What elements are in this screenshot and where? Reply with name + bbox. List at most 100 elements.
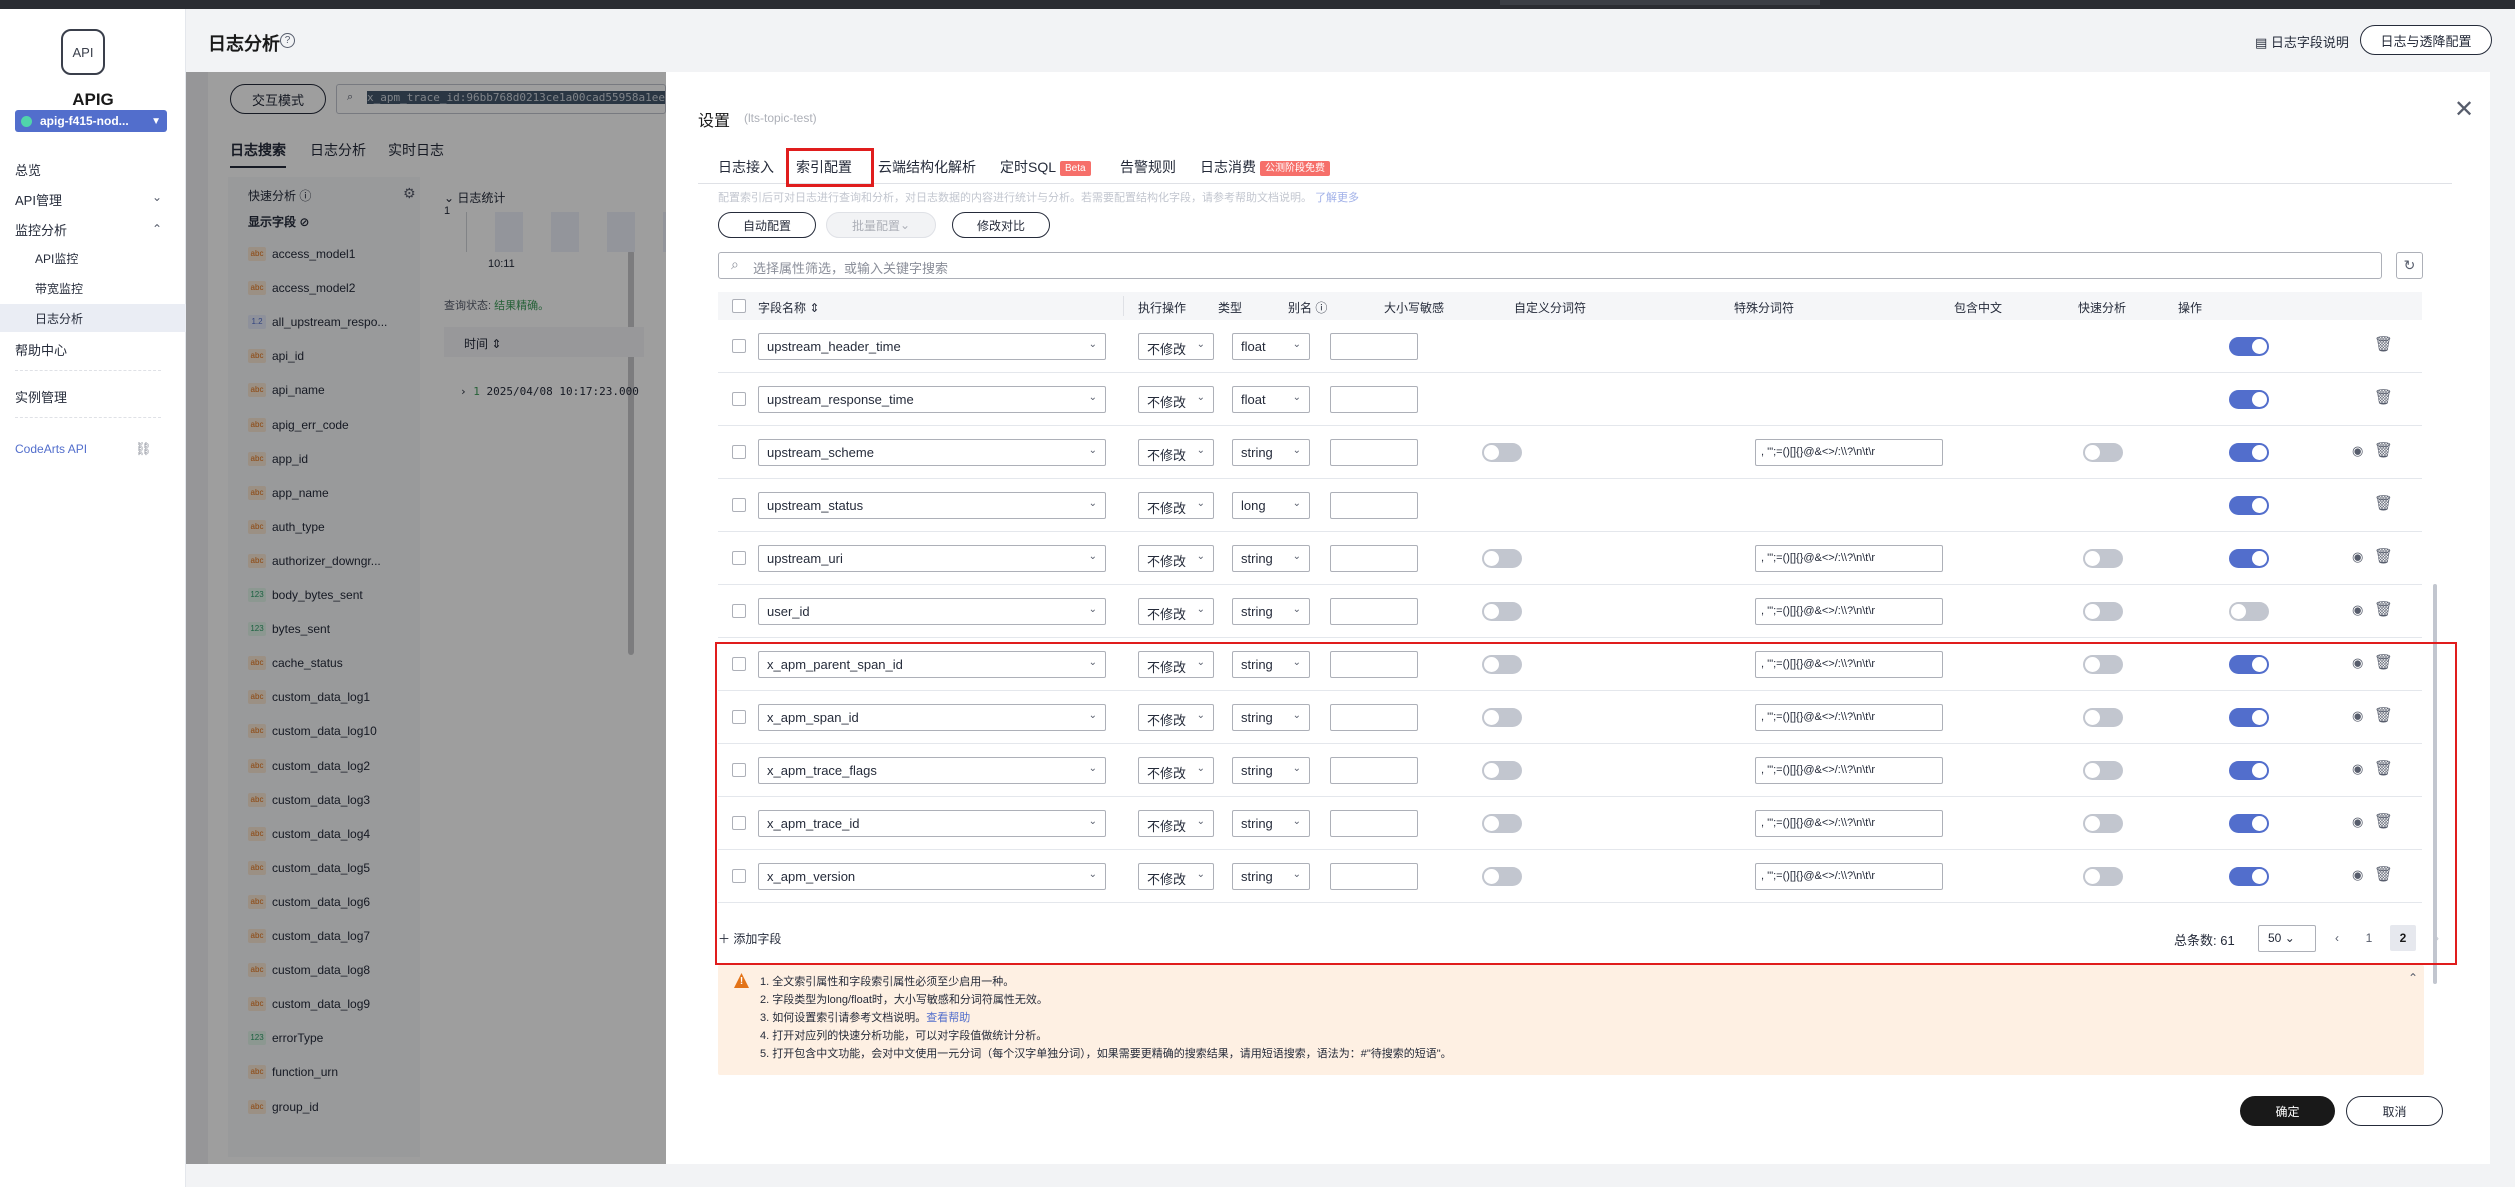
field-name-select[interactable]: upstream_status ⌄ xyxy=(758,492,1106,519)
chevron-down-icon[interactable]: ⌄ xyxy=(152,190,162,204)
quick-analysis-toggle[interactable] xyxy=(2229,337,2269,356)
type-select[interactable]: string ⌄ xyxy=(1232,598,1310,625)
eye-icon[interactable]: ◉ xyxy=(2352,549,2363,565)
alias-input[interactable] xyxy=(1330,386,1418,413)
nav-log-analysis[interactable]: 日志分析 xyxy=(35,310,83,327)
confirm-button[interactable]: 确定 xyxy=(2240,1096,2335,1126)
sort-icon[interactable]: ⇕ xyxy=(809,301,819,315)
type-select[interactable]: string ⌄ xyxy=(1232,439,1310,466)
nav-monitor-analysis[interactable]: 监控分析 xyxy=(15,220,67,239)
log-field-doc-link[interactable]: ▤ 日志字段说明 xyxy=(2255,32,2349,51)
trash-icon[interactable]: 🗑 xyxy=(2374,388,2393,406)
trash-icon[interactable]: 🗑 xyxy=(2374,547,2393,565)
instance-selector[interactable]: apig-f415-nod... ▼ xyxy=(15,110,167,132)
nav-codearts-api[interactable]: CodeArts API xyxy=(15,442,87,456)
trash-icon[interactable]: 🗑 xyxy=(2374,494,2393,512)
custom-delimiter-input[interactable]: , '";=()[]{}@&<>/:\\?\n\t\r xyxy=(1755,598,1943,625)
tab-scheduled-sql[interactable]: 定时SQL Beta xyxy=(1000,157,1091,177)
action-select[interactable]: 不修改 ⌄ xyxy=(1138,492,1214,519)
quick-analysis-toggle[interactable] xyxy=(2229,496,2269,515)
batch-config-button[interactable]: 批量配置 ⌄ xyxy=(826,212,936,238)
tab-log-consumption[interactable]: 日志消费 公测阶段免费 xyxy=(1200,157,1330,177)
active-tab-highlight xyxy=(786,148,874,187)
console-search[interactable] xyxy=(1500,0,1820,5)
action-select[interactable]: 不修改 ⌄ xyxy=(1138,333,1214,360)
field-name-value: upstream_scheme xyxy=(767,445,874,460)
eye-icon[interactable]: ◉ xyxy=(2352,443,2363,459)
refresh-icon[interactable]: ↻ xyxy=(2396,252,2423,279)
nav-instance-management[interactable]: 实例管理 xyxy=(15,387,67,406)
action-select[interactable]: 不修改 ⌄ xyxy=(1138,545,1214,572)
external-link-icon[interactable]: ⛓ xyxy=(135,441,152,457)
col-field-name[interactable]: 字段名称 ⇕ xyxy=(758,299,819,316)
row-checkbox[interactable] xyxy=(732,498,746,512)
row-checkbox[interactable] xyxy=(732,339,746,353)
field-name-select[interactable]: upstream_header_time ⌄ xyxy=(758,333,1106,360)
contains-chinese-toggle[interactable] xyxy=(2083,602,2123,621)
trash-icon[interactable]: 🗑 xyxy=(2374,600,2393,618)
chevron-down-icon: ⌄ xyxy=(1196,339,1205,350)
type-select[interactable]: string ⌄ xyxy=(1232,545,1310,572)
help-icon[interactable]: ⓘ xyxy=(1315,301,1327,315)
type-select[interactable]: long ⌄ xyxy=(1232,492,1310,519)
case-sensitive-toggle[interactable] xyxy=(1482,549,1522,568)
row-checkbox[interactable] xyxy=(732,392,746,406)
tab-log-access[interactable]: 日志接入 xyxy=(718,157,774,177)
settings-drawer: 设置 (lts-topic-test) ✕ 日志接入 索引配置 云端结构化解析 … xyxy=(666,72,2490,1164)
field-name-select[interactable]: upstream_uri ⌄ xyxy=(758,545,1106,572)
chevron-up-icon[interactable]: ⌃ xyxy=(152,222,162,236)
tab-alarm-rules[interactable]: 告警规则 xyxy=(1120,157,1176,177)
custom-delimiter-input[interactable]: , '";=()[]{}@&<>/:\\?\n\t\r xyxy=(1755,545,1943,572)
nav-help-center[interactable]: 帮助中心 xyxy=(15,340,67,359)
modal-overlay[interactable] xyxy=(186,72,666,1164)
quick-analysis-toggle[interactable] xyxy=(2229,549,2269,568)
contains-chinese-toggle[interactable] xyxy=(2083,443,2123,462)
custom-delimiter-input[interactable]: , '";=()[]{}@&<>/:\\?\n\t\r xyxy=(1755,439,1943,466)
case-sensitive-toggle[interactable] xyxy=(1482,443,1522,462)
help-icon[interactable]: ? xyxy=(280,33,295,48)
quick-analysis-toggle[interactable] xyxy=(2229,443,2269,462)
quick-analysis-toggle[interactable] xyxy=(2229,390,2269,409)
nav-overview[interactable]: 总览 xyxy=(15,160,41,179)
action-select[interactable]: 不修改 ⌄ xyxy=(1138,598,1214,625)
alias-input[interactable] xyxy=(1330,545,1418,572)
field-search-input[interactable]: ⌕ 选择属性筛选，或输入关键字搜索 xyxy=(718,252,2382,279)
type-select[interactable]: float ⌄ xyxy=(1232,333,1310,360)
modify-compare-button[interactable]: 修改对比 xyxy=(952,212,1050,238)
row-checkbox[interactable] xyxy=(732,604,746,618)
case-sensitive-toggle[interactable] xyxy=(1482,602,1522,621)
close-icon[interactable]: ✕ xyxy=(2454,98,2474,122)
highlight-box xyxy=(715,642,2457,965)
alias-input[interactable] xyxy=(1330,598,1418,625)
row-checkbox[interactable] xyxy=(732,551,746,565)
select-all-checkbox[interactable] xyxy=(732,299,746,313)
type-select[interactable]: float ⌄ xyxy=(1232,386,1310,413)
trash-icon[interactable]: 🗑 xyxy=(2374,441,2393,459)
trash-icon[interactable]: 🗑 xyxy=(2374,335,2393,353)
learn-more-link[interactable]: 了解更多 xyxy=(1315,192,1359,204)
nav-api-monitor[interactable]: API监控 xyxy=(35,250,78,267)
action-select[interactable]: 不修改 ⌄ xyxy=(1138,386,1214,413)
drawer-subtitle: (lts-topic-test) xyxy=(744,111,817,125)
eye-icon[interactable]: ◉ xyxy=(2352,602,2363,618)
nav-api-management[interactable]: API管理 xyxy=(15,190,62,209)
quick-analysis-toggle[interactable] xyxy=(2229,602,2269,621)
log-config-button[interactable]: 日志与透降配置 xyxy=(2360,25,2492,55)
field-name-value: upstream_response_time xyxy=(767,392,914,407)
alias-input[interactable] xyxy=(1330,492,1418,519)
alias-input[interactable] xyxy=(1330,333,1418,360)
alias-input[interactable] xyxy=(1330,439,1418,466)
row-checkbox[interactable] xyxy=(732,445,746,459)
field-name-select[interactable]: upstream_scheme ⌄ xyxy=(758,439,1106,466)
collapse-icon[interactable]: ⌃ xyxy=(2408,971,2418,985)
contains-chinese-toggle[interactable] xyxy=(2083,549,2123,568)
delimiter-value: , '";=()[]{}@&<>/:\\?\n\t\r xyxy=(1761,605,1876,617)
view-help-link[interactable]: 查看帮助 xyxy=(926,1012,970,1024)
tab-cloud-structuring[interactable]: 云端结构化解析 xyxy=(878,157,976,177)
cancel-button[interactable]: 取消 xyxy=(2346,1096,2443,1126)
nav-bandwidth-monitor[interactable]: 带宽监控 xyxy=(35,280,83,297)
auto-config-button[interactable]: 自动配置 xyxy=(718,212,816,238)
action-select[interactable]: 不修改 ⌄ xyxy=(1138,439,1214,466)
field-name-select[interactable]: upstream_response_time ⌄ xyxy=(758,386,1106,413)
field-name-select[interactable]: user_id ⌄ xyxy=(758,598,1106,625)
